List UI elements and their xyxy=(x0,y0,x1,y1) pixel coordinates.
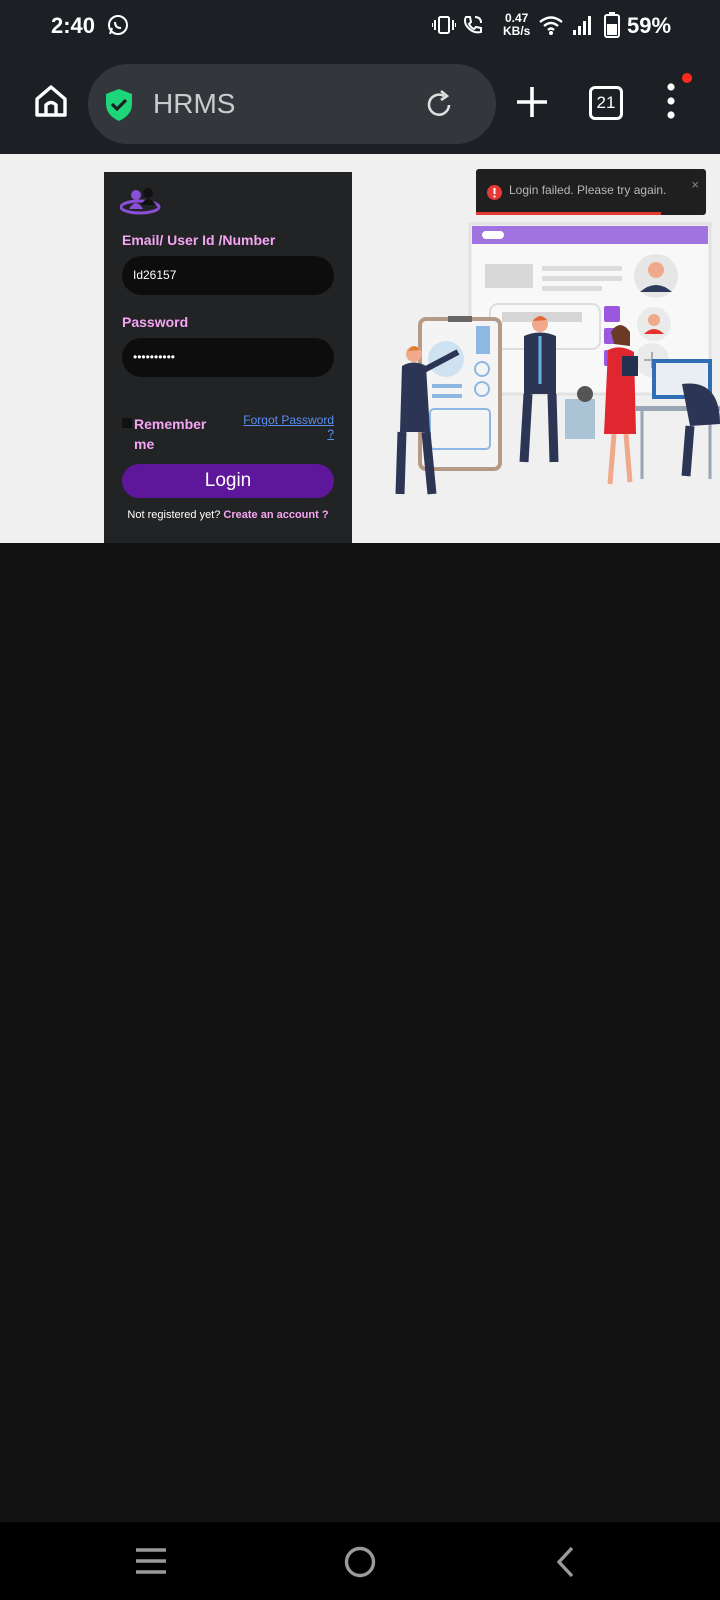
web-page: Email/ User Id /Number Id26157 Password … xyxy=(0,154,720,543)
back-icon[interactable] xyxy=(554,1546,578,1578)
network-speed: 0.47 KB/s xyxy=(503,12,530,38)
vibrate-icon xyxy=(432,16,456,34)
new-tab-plus-icon[interactable] xyxy=(515,85,549,119)
whatsapp-notification-icon xyxy=(108,15,128,35)
recent-apps-icon[interactable] xyxy=(134,1546,168,1576)
secure-shield-icon[interactable] xyxy=(104,88,134,122)
password-field[interactable]: •••••••••• xyxy=(122,338,334,377)
remember-me-label[interactable]: Remember me xyxy=(134,414,222,454)
notification-dot xyxy=(682,73,692,83)
clock: 2:40 xyxy=(51,13,96,38)
error-toast: Login failed. Please try again. × xyxy=(476,169,706,215)
email-label: Email/ User Id /Number xyxy=(122,232,276,248)
forgot-password-link[interactable]: Forgot Password ? xyxy=(234,413,334,441)
login-button[interactable]: Login xyxy=(122,464,334,498)
wifi-icon xyxy=(539,16,563,35)
toast-close-icon[interactable]: × xyxy=(691,177,699,192)
call-icon xyxy=(464,16,482,34)
email-field[interactable]: Id26157 xyxy=(122,256,334,295)
password-label: Password xyxy=(122,314,189,330)
home-icon[interactable] xyxy=(33,83,69,119)
tab-count: 21 xyxy=(596,93,616,112)
browser-toolbar: HRMS 21 xyxy=(0,52,720,154)
tab-switcher-button[interactable]: 21 xyxy=(589,86,623,120)
not-registered-text: Not registered yet? xyxy=(127,509,221,521)
remember-me-checkbox[interactable] xyxy=(122,418,132,428)
toast-progress-bar xyxy=(476,212,661,215)
login-card: Email/ User Id /Number Id26157 Password … xyxy=(104,172,352,543)
address-text[interactable]: HRMS xyxy=(153,88,235,120)
error-icon xyxy=(487,185,502,200)
toast-message: Login failed. Please try again. xyxy=(509,183,667,197)
home-circle-icon[interactable] xyxy=(344,1546,376,1578)
hr-team-illustration xyxy=(395,222,720,495)
status-bar: 2:40 0.47 KB/s 59% xyxy=(0,0,720,52)
battery-percent: 59% xyxy=(627,13,672,38)
system-nav-bar xyxy=(0,1522,720,1600)
create-account-link[interactable]: Create an account ? xyxy=(223,509,328,521)
signal-icon xyxy=(573,16,591,35)
reload-icon[interactable] xyxy=(422,88,456,122)
battery-icon xyxy=(604,12,620,38)
brand-logo xyxy=(120,188,161,215)
register-prompt: Not registered yet? Create an account ? xyxy=(104,509,352,521)
more-menu-icon[interactable] xyxy=(662,72,692,122)
network-speed-unit: KB/s xyxy=(503,24,531,38)
address-bar[interactable]: HRMS xyxy=(88,64,496,144)
